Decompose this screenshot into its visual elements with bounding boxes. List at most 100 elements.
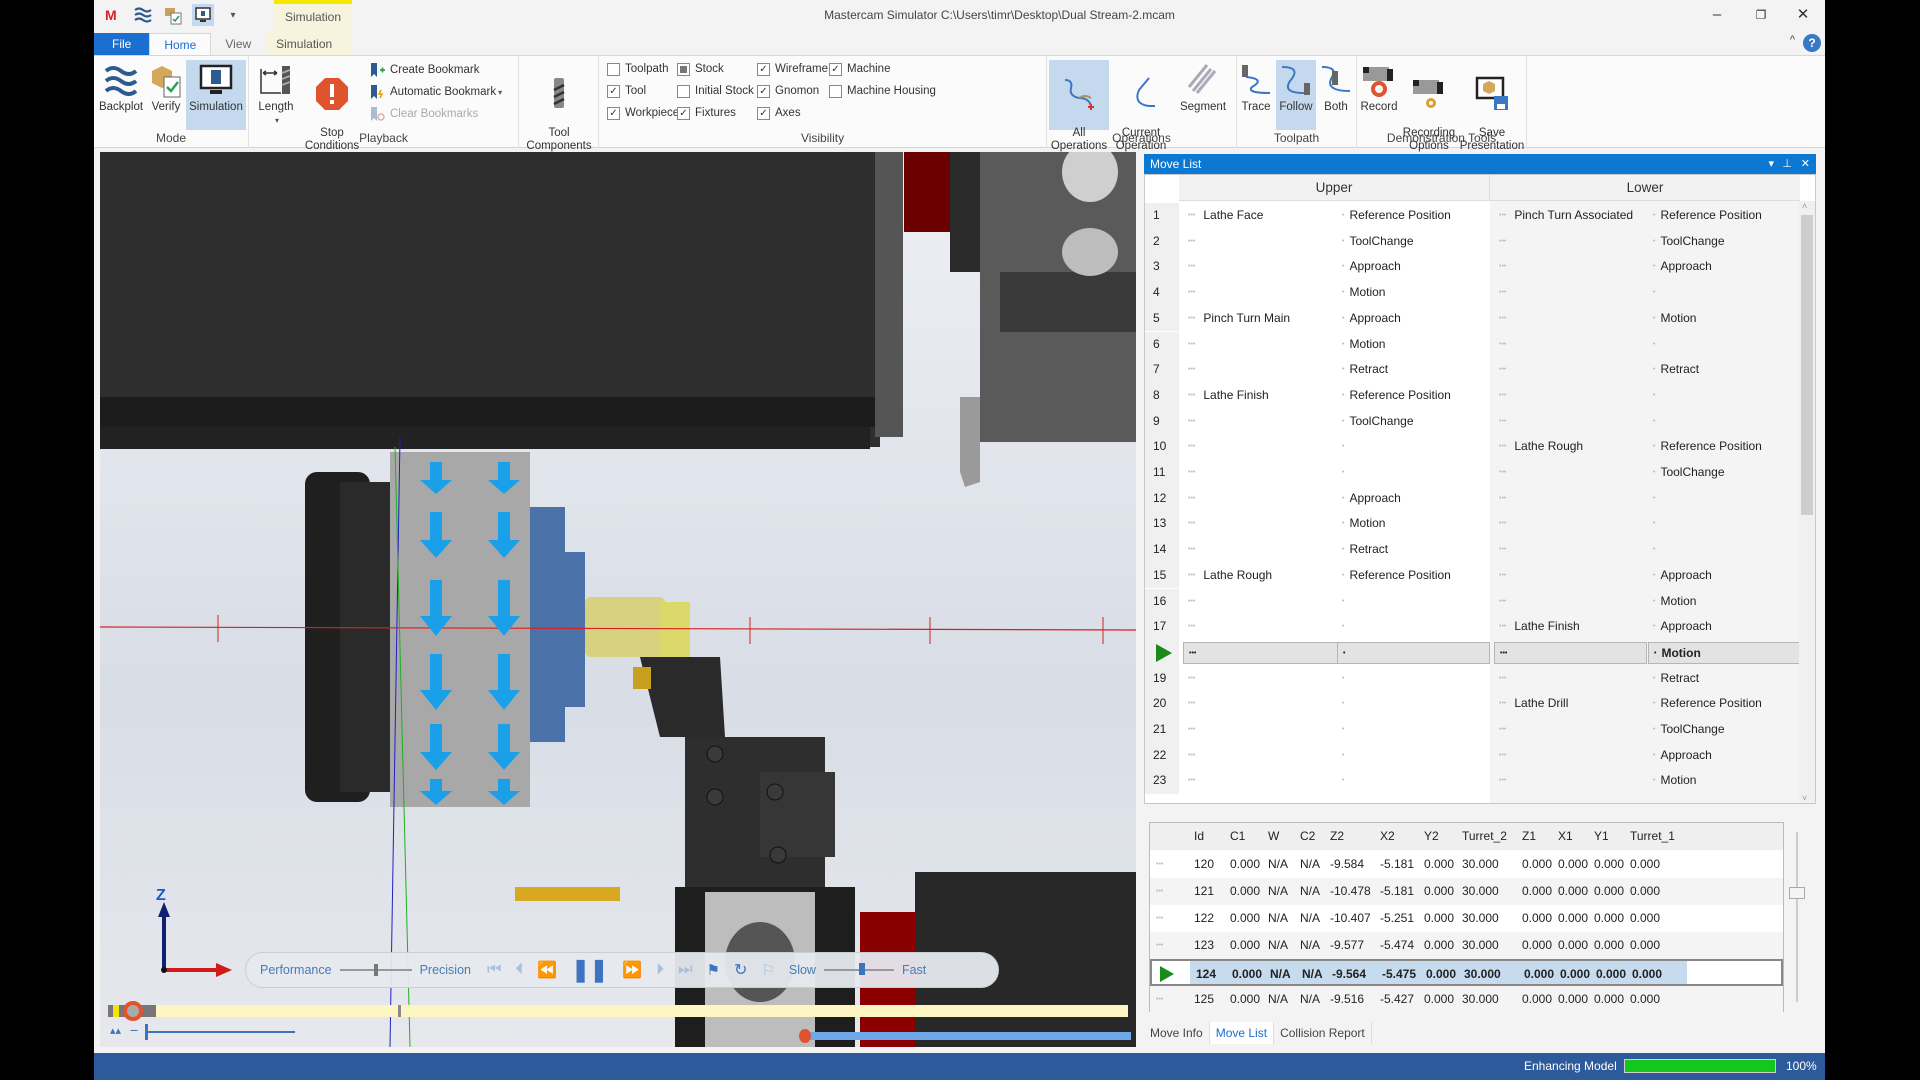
checkbox-box[interactable] bbox=[677, 84, 690, 98]
data-table-row[interactable]: ••• 122 0.000 N/A N/A -10.407 -5.251 0.000 30.00… bbox=[1150, 905, 1783, 932]
skip-to-start-icon[interactable]: ⏮ bbox=[487, 961, 501, 979]
column-header[interactable]: W bbox=[1268, 823, 1279, 850]
move-list-row[interactable]: 6 ••• • Motion ••• • bbox=[1145, 331, 1800, 358]
checkbox-workpiece[interactable]: ✓ Workpiece bbox=[607, 104, 679, 122]
tab-home[interactable]: Home bbox=[149, 33, 212, 55]
tab-move-list[interactable]: Move List bbox=[1209, 1022, 1275, 1044]
scroll-up-icon[interactable]: ˄ bbox=[1802, 201, 1807, 211]
data-table-row[interactable]: ••• 121 0.000 N/A N/A -10.478 -5.181 0.000 30.00… bbox=[1150, 878, 1783, 905]
move-list-row[interactable]: 14 ••• • Retract ••• • bbox=[1145, 537, 1800, 563]
upper-timeline-handle[interactable] bbox=[123, 1001, 143, 1021]
speed-slider[interactable] bbox=[823, 963, 894, 977]
both-button[interactable]: Both bbox=[1317, 60, 1355, 130]
tab-file[interactable]: File bbox=[94, 33, 150, 55]
move-list-row[interactable]: 20 ••• • ••• Lathe Drill • Reference Position bbox=[1145, 691, 1800, 717]
speed-slider-thumb[interactable] bbox=[859, 963, 866, 975]
lower-timeline[interactable] bbox=[799, 1029, 1131, 1043]
backplot-button[interactable]: Backplot bbox=[98, 60, 144, 130]
data-table-row[interactable]: ••• 125 0.000 N/A N/A -9.516 -5.427 0.000 30.000… bbox=[1150, 986, 1783, 1013]
trace-button[interactable]: Trace bbox=[1237, 60, 1275, 130]
loop-icon[interactable]: ↻ bbox=[734, 960, 747, 980]
simulation-viewport[interactable]: Z Performance Precision ⏮ ⏴ ⏪ ❚❚ ⏩ ⏵ ⏭ ⚑… bbox=[100, 152, 1136, 1047]
next-bookmark-icon[interactable]: ⚐ bbox=[761, 961, 774, 979]
simulation-button[interactable]: Simulation bbox=[186, 60, 246, 130]
move-list-row[interactable]: 2 ••• • ToolChange ••• • ToolChange bbox=[1145, 228, 1800, 255]
length-button[interactable]: Length ▾ bbox=[255, 60, 297, 130]
zoom-out-icon[interactable]: ▴▴ bbox=[110, 1024, 121, 1037]
column-header[interactable]: X1 bbox=[1558, 823, 1573, 850]
automatic-bookmark-button[interactable]: Automatic Bookmark ▾ bbox=[369, 82, 502, 102]
restore-button[interactable]: ❐ bbox=[1741, 4, 1781, 26]
current-operation-button[interactable]: Current Operation bbox=[1111, 60, 1171, 152]
column-header[interactable]: Y2 bbox=[1424, 823, 1439, 850]
panel-close-icon[interactable]: ✕ bbox=[1801, 154, 1810, 174]
rewind-icon[interactable]: ⏪ bbox=[537, 960, 557, 980]
checkbox-tool[interactable]: ✓ Tool bbox=[607, 82, 646, 100]
add-bookmark-icon[interactable]: ⚑ bbox=[707, 961, 720, 979]
move-list-row[interactable]: 10 ••• • ••• Lathe Rough • Reference Position bbox=[1145, 434, 1800, 460]
step-back-icon[interactable]: ⏴ bbox=[515, 961, 523, 979]
move-list-row[interactable]: 9 ••• • ToolChange ••• • bbox=[1145, 408, 1800, 435]
pause-icon[interactable]: ❚❚ bbox=[571, 957, 608, 983]
column-header-upper[interactable]: Upper bbox=[1179, 175, 1490, 201]
column-header-lower[interactable]: Lower bbox=[1490, 175, 1800, 201]
zoom-slider-thumb[interactable] bbox=[145, 1024, 148, 1040]
tab-move-info[interactable]: Move Info bbox=[1144, 1022, 1210, 1044]
checkbox-box[interactable]: ✓ bbox=[829, 62, 842, 76]
checkbox-box[interactable] bbox=[607, 62, 620, 76]
data-table-row[interactable]: ••• 120 0.000 N/A N/A -9.584 -5.181 0.000 30.000… bbox=[1150, 851, 1783, 878]
checkbox-fixtures[interactable]: ✓ Fixtures bbox=[677, 104, 736, 122]
checkbox-initial-stock[interactable]: Initial Stock bbox=[677, 82, 754, 100]
record-button[interactable]: Record bbox=[1359, 60, 1399, 130]
upper-timeline[interactable] bbox=[108, 1001, 1128, 1021]
column-header[interactable]: Turret_1 bbox=[1630, 823, 1675, 850]
column-header[interactable]: C2 bbox=[1300, 823, 1315, 850]
step-forward-icon[interactable]: ⏵ bbox=[656, 961, 664, 979]
tool-components-button[interactable]: Tool Components bbox=[523, 60, 595, 152]
quality-slider-thumb[interactable] bbox=[373, 964, 378, 976]
checkbox-stock[interactable]: Stock bbox=[677, 60, 724, 78]
checkbox-box[interactable]: ✓ bbox=[607, 106, 620, 120]
checkbox-machine[interactable]: ✓ Machine bbox=[829, 60, 890, 78]
checkbox-machine-housing[interactable]: Machine Housing bbox=[829, 82, 936, 100]
skip-to-end-icon[interactable]: ⏭ bbox=[678, 961, 692, 979]
move-list-row[interactable]: 16 ••• • ••• • Motion bbox=[1145, 588, 1800, 615]
column-header[interactable]: Z2 bbox=[1330, 823, 1344, 850]
fast-forward-icon[interactable]: ⏩ bbox=[622, 960, 642, 980]
column-header[interactable]: Turret_2 bbox=[1462, 823, 1507, 850]
close-button[interactable]: ✕ bbox=[1783, 4, 1823, 26]
save-presentation-button[interactable]: Save Presentation bbox=[1459, 60, 1525, 152]
checkbox-box[interactable] bbox=[829, 84, 842, 98]
checkbox-box[interactable]: ✓ bbox=[757, 84, 770, 98]
lower-timeline-handle[interactable] bbox=[799, 1029, 811, 1043]
minus-icon[interactable]: − bbox=[130, 1022, 138, 1038]
segment-button[interactable]: Segment bbox=[1173, 60, 1233, 130]
move-list-row[interactable]: 3 ••• • Approach ••• • Approach bbox=[1145, 254, 1800, 281]
column-header[interactable]: X2 bbox=[1380, 823, 1395, 850]
move-list-row[interactable]: 21 ••• • ••• • ToolChange bbox=[1145, 717, 1800, 743]
checkbox-box[interactable]: ✓ bbox=[757, 62, 770, 76]
collapse-ribbon-button[interactable]: ^ bbox=[1790, 34, 1795, 46]
column-header[interactable]: Z1 bbox=[1522, 823, 1536, 850]
move-list-current-row[interactable]: ••• • ••• • Motion bbox=[1145, 639, 1800, 666]
move-list-row[interactable]: 1 ••• Lathe Face • Reference Position ••• Pinc… bbox=[1145, 203, 1800, 229]
checkbox-box[interactable]: ✓ bbox=[607, 84, 620, 98]
quality-slider[interactable] bbox=[339, 963, 412, 977]
move-list-row[interactable]: 7 ••• • Retract ••• • Retract bbox=[1145, 357, 1800, 383]
move-list-row[interactable]: 17 ••• • ••• Lathe Finish • Approach bbox=[1145, 614, 1800, 640]
move-list-row[interactable]: 22 ••• • ••• • Approach bbox=[1145, 742, 1800, 769]
verify-button[interactable]: Verify bbox=[146, 60, 186, 130]
column-header[interactable]: Y1 bbox=[1594, 823, 1609, 850]
move-list-row[interactable]: 23 ••• • ••• • Motion bbox=[1145, 768, 1800, 795]
scroll-down-icon[interactable]: ˅ bbox=[1802, 793, 1807, 803]
all-operations-button[interactable]: All Operations bbox=[1049, 60, 1109, 152]
stop-conditions-button[interactable]: Stop Conditions bbox=[301, 60, 363, 152]
follow-button[interactable]: Follow bbox=[1276, 60, 1316, 130]
help-icon[interactable]: ? bbox=[1803, 34, 1821, 52]
data-table-current-row[interactable]: 124 0.000 N/A N/A -9.564 -5.475 0.000 30.000 0.0… bbox=[1150, 959, 1783, 986]
move-list-row[interactable]: 11 ••• • ••• • ToolChange bbox=[1145, 460, 1800, 486]
minimize-button[interactable]: – bbox=[1697, 4, 1737, 26]
move-list-row[interactable]: 4 ••• • Motion ••• • bbox=[1145, 280, 1800, 306]
column-header[interactable]: Id bbox=[1194, 823, 1204, 850]
checkbox-box[interactable] bbox=[677, 62, 690, 76]
